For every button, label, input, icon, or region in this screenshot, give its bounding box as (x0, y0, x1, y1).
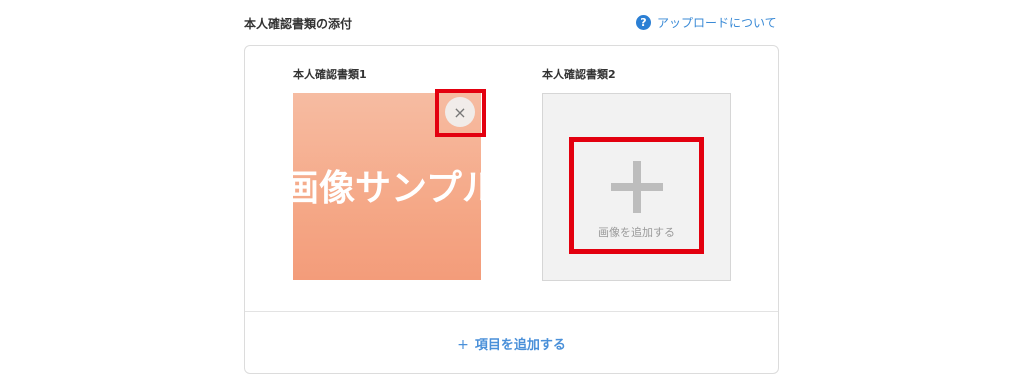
divider (245, 311, 778, 312)
plus-icon (611, 161, 663, 213)
add-image-label: 画像を追加する (598, 226, 675, 239)
add-item-label: 項目を追加する (474, 338, 566, 353)
document-1-label: 本人確認書類1 (293, 68, 367, 81)
sample-image-text: 画像サンプル (293, 168, 481, 209)
close-icon: × (453, 102, 467, 122)
upload-help-label: アップロードについて (657, 16, 777, 30)
upload-help-link[interactable]: ? アップロードについて (636, 14, 777, 31)
section-title: 本人確認書類の添付 (244, 17, 353, 31)
question-circle-icon: ? (636, 15, 651, 30)
add-item-button[interactable]: + 項目を追加する (245, 334, 778, 353)
document-upload-card: 本人確認書類1 本人確認書類2 画像サンプル × 画像を追加する + 項目を追加す… (244, 45, 779, 374)
document-2-label: 本人確認書類2 (542, 68, 616, 81)
remove-image-button[interactable]: × (445, 97, 475, 127)
add-plus-icon: + (457, 337, 469, 353)
